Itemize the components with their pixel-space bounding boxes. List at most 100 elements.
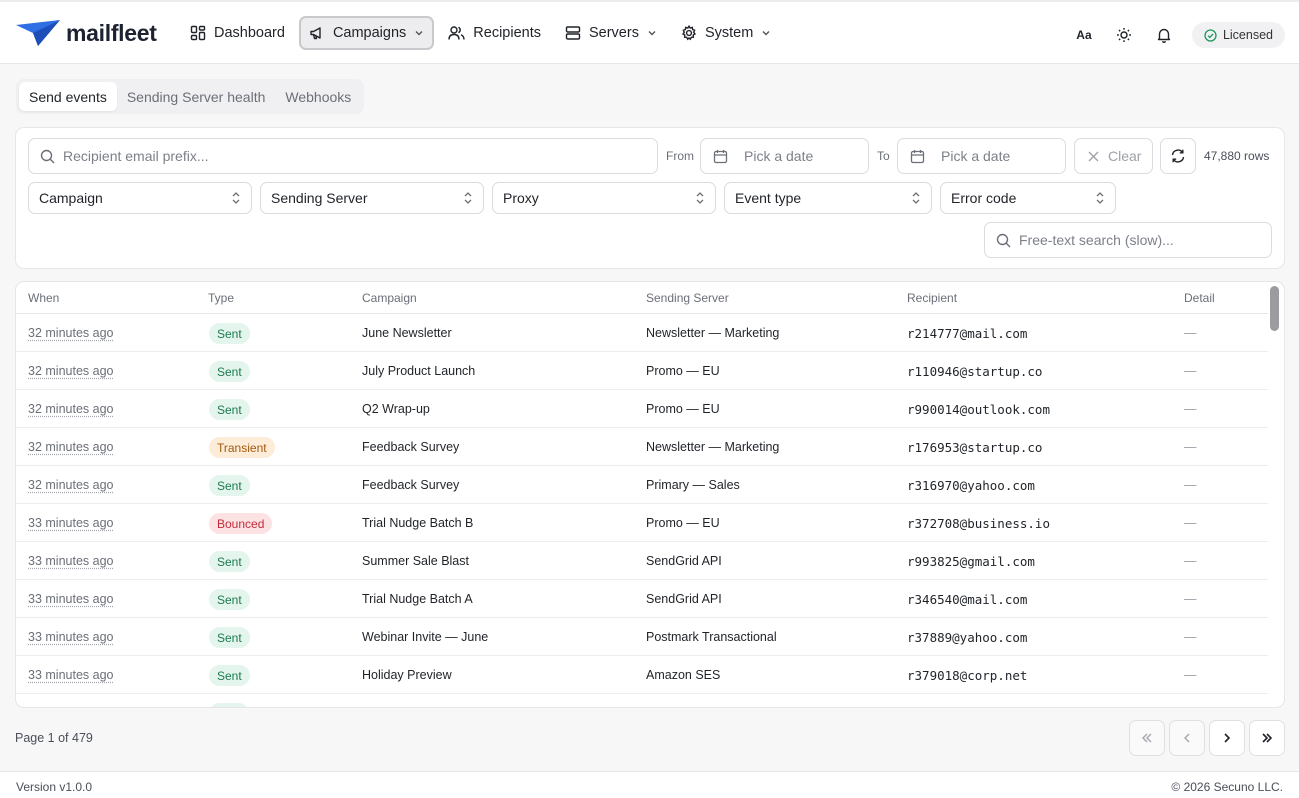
detail-value: — bbox=[1184, 668, 1197, 682]
timestamp[interactable]: 32 minutes ago bbox=[28, 440, 113, 454]
recipient-email: r316970@yahoo.com bbox=[907, 478, 1035, 493]
recipient-email: r372708@business.io bbox=[907, 516, 1050, 531]
recipient-email-input[interactable]: Recipient email prefix... bbox=[28, 138, 658, 174]
table-row[interactable]: 32 minutes ago Sent Q2 Wrap-up Promo — EU r9… bbox=[16, 390, 1268, 428]
logo[interactable]: mailfleet bbox=[16, 18, 157, 48]
calendar-icon bbox=[713, 149, 728, 163]
license-label: Licensed bbox=[1222, 28, 1273, 42]
chevron-up-down-icon bbox=[232, 192, 240, 204]
chevrons-left-icon bbox=[1142, 733, 1152, 743]
status-badge: Sent bbox=[209, 665, 250, 686]
recipient-email: r990014@outlook.com bbox=[907, 402, 1050, 417]
campaign-name: Holiday Preview bbox=[362, 668, 452, 682]
status-badge: Sent bbox=[209, 323, 250, 344]
table-row[interactable]: 32 minutes ago Sent June Newsletter Newslet… bbox=[16, 314, 1268, 352]
to-date-placeholder: Pick a date bbox=[941, 148, 1011, 164]
nav-servers[interactable]: Servers bbox=[555, 16, 667, 50]
proxy-select[interactable]: Proxy bbox=[492, 182, 716, 214]
detail-value: — bbox=[1184, 630, 1197, 644]
timestamp[interactable]: 33 minutes ago bbox=[28, 630, 113, 644]
close-icon bbox=[1088, 151, 1099, 161]
nav-dashboard[interactable]: Dashboard bbox=[180, 16, 295, 50]
col-sending-server[interactable]: Sending Server bbox=[646, 291, 729, 305]
clear-button[interactable]: Clear bbox=[1074, 138, 1153, 174]
timestamp[interactable]: 32 minutes ago bbox=[28, 402, 113, 416]
timestamp[interactable]: 32 minutes ago bbox=[28, 326, 113, 340]
campaign-name: July Product Launch bbox=[362, 364, 476, 378]
table-row[interactable]: 33 minutes ago Sent Holiday Preview Amazon … bbox=[16, 656, 1268, 694]
table-header: When Type Campaign Sending Server Recipi… bbox=[16, 282, 1268, 314]
search-icon bbox=[996, 233, 1011, 247]
col-when[interactable]: When bbox=[28, 291, 59, 305]
calendar-icon bbox=[910, 149, 925, 163]
chevron-down-icon bbox=[648, 31, 656, 36]
col-type[interactable]: Type bbox=[208, 291, 234, 305]
timestamp[interactable]: 33 minutes ago bbox=[28, 554, 113, 568]
table-row[interactable]: 33 minutes ago Bounced Trial Nudge Batch B… bbox=[16, 504, 1268, 542]
nav-campaigns[interactable]: Campaigns bbox=[298, 16, 435, 50]
nav-recipients[interactable]: Recipients bbox=[438, 16, 551, 50]
sending-server-name: Amazon SES bbox=[646, 668, 721, 682]
status-badge: Transient bbox=[209, 437, 275, 458]
status-badge: Sent bbox=[209, 399, 250, 420]
search-icon bbox=[40, 149, 55, 163]
timestamp[interactable]: 33 minutes ago bbox=[28, 592, 113, 606]
col-campaign[interactable]: Campaign bbox=[362, 291, 417, 305]
sending-server-name: Newsletter — Marketing bbox=[646, 326, 780, 340]
campaign-name: Trial Nudge Batch A bbox=[362, 592, 473, 606]
sending-server-name: Promo — EU bbox=[646, 364, 720, 378]
chevron-left-icon bbox=[1184, 733, 1190, 743]
nav-servers-label: Servers bbox=[588, 25, 639, 41]
bell-icon[interactable] bbox=[1144, 22, 1184, 48]
nav-system[interactable]: System bbox=[671, 16, 781, 50]
from-date-picker[interactable]: Pick a date bbox=[700, 138, 869, 174]
timestamp[interactable]: 32 minutes ago bbox=[28, 364, 113, 378]
sending-server-name: Promo — EU bbox=[646, 516, 720, 530]
chevron-down-icon bbox=[762, 31, 770, 36]
users-icon bbox=[448, 26, 465, 40]
table-row[interactable]: 33 minutes ago Sent Summer Sale Blast SendG… bbox=[16, 542, 1268, 580]
campaign-name: Feedback Survey bbox=[362, 478, 460, 492]
table-row[interactable]: 33 minutes ago Sent Trial Nudge Batch A Sen… bbox=[16, 580, 1268, 618]
last-page-button[interactable] bbox=[1249, 720, 1285, 756]
event-type-select[interactable]: Event type bbox=[724, 182, 932, 214]
filter-panel: Recipient email prefix... From Pick a da… bbox=[15, 127, 1285, 269]
license-badge[interactable]: Licensed bbox=[1191, 22, 1285, 48]
recipient-email: r110946@startup.co bbox=[907, 364, 1043, 379]
sending-server-name: Promo — EU bbox=[646, 402, 720, 416]
first-page-button[interactable] bbox=[1129, 720, 1165, 756]
table-scrollbar[interactable] bbox=[1270, 286, 1279, 331]
campaign-name: June Newsletter bbox=[362, 326, 452, 340]
sending-server-name: Primary — Sales bbox=[646, 478, 740, 492]
check-circle-icon bbox=[1204, 28, 1217, 42]
timestamp[interactable]: 32 minutes ago bbox=[28, 478, 113, 492]
detail-value: — bbox=[1184, 402, 1197, 416]
free-text-search-input[interactable]: Free-text search (slow)... bbox=[984, 222, 1272, 258]
tab-send-events[interactable]: Send events bbox=[19, 82, 117, 111]
tab-webhooks[interactable]: Webhooks bbox=[275, 82, 361, 111]
grid-icon bbox=[190, 25, 206, 41]
timestamp[interactable]: 33 minutes ago bbox=[28, 516, 113, 530]
table-row[interactable]: 33 minutes ago Sent Webinar Invite — June P… bbox=[16, 618, 1268, 656]
next-page-button[interactable] bbox=[1209, 720, 1245, 756]
timestamp[interactable]: 33 minutes ago bbox=[28, 668, 113, 682]
nav-system-label: System bbox=[704, 25, 754, 41]
error-code-select[interactable]: Error code bbox=[940, 182, 1116, 214]
table-row[interactable]: 32 minutes ago Sent Feedback Survey Primary… bbox=[16, 466, 1268, 504]
table-row[interactable]: 32 minutes ago Transient Feedback Survey Ne… bbox=[16, 428, 1268, 466]
sending-server-select[interactable]: Sending Server bbox=[260, 182, 484, 214]
sun-icon[interactable] bbox=[1104, 22, 1144, 48]
campaign-select[interactable]: Campaign bbox=[28, 182, 252, 214]
refresh-button[interactable] bbox=[1160, 138, 1196, 174]
table-row[interactable]: 32 minutes ago Sent July Product Launch Pro… bbox=[16, 352, 1268, 390]
previous-page-button[interactable] bbox=[1169, 720, 1205, 756]
events-table: When Type Campaign Sending Server Recipi… bbox=[15, 281, 1285, 708]
tab-sending-server-health[interactable]: Sending Server health bbox=[117, 82, 276, 111]
version-label: Version v1.0.0 bbox=[16, 780, 93, 794]
to-date-picker[interactable]: Pick a date bbox=[897, 138, 1066, 174]
recipient-email: r379018@corp.net bbox=[907, 668, 1028, 683]
col-detail[interactable]: Detail bbox=[1184, 291, 1215, 305]
col-recipient[interactable]: Recipient bbox=[907, 291, 957, 305]
font-size-icon[interactable]: Aa bbox=[1064, 22, 1104, 48]
detail-value: — bbox=[1184, 440, 1197, 454]
